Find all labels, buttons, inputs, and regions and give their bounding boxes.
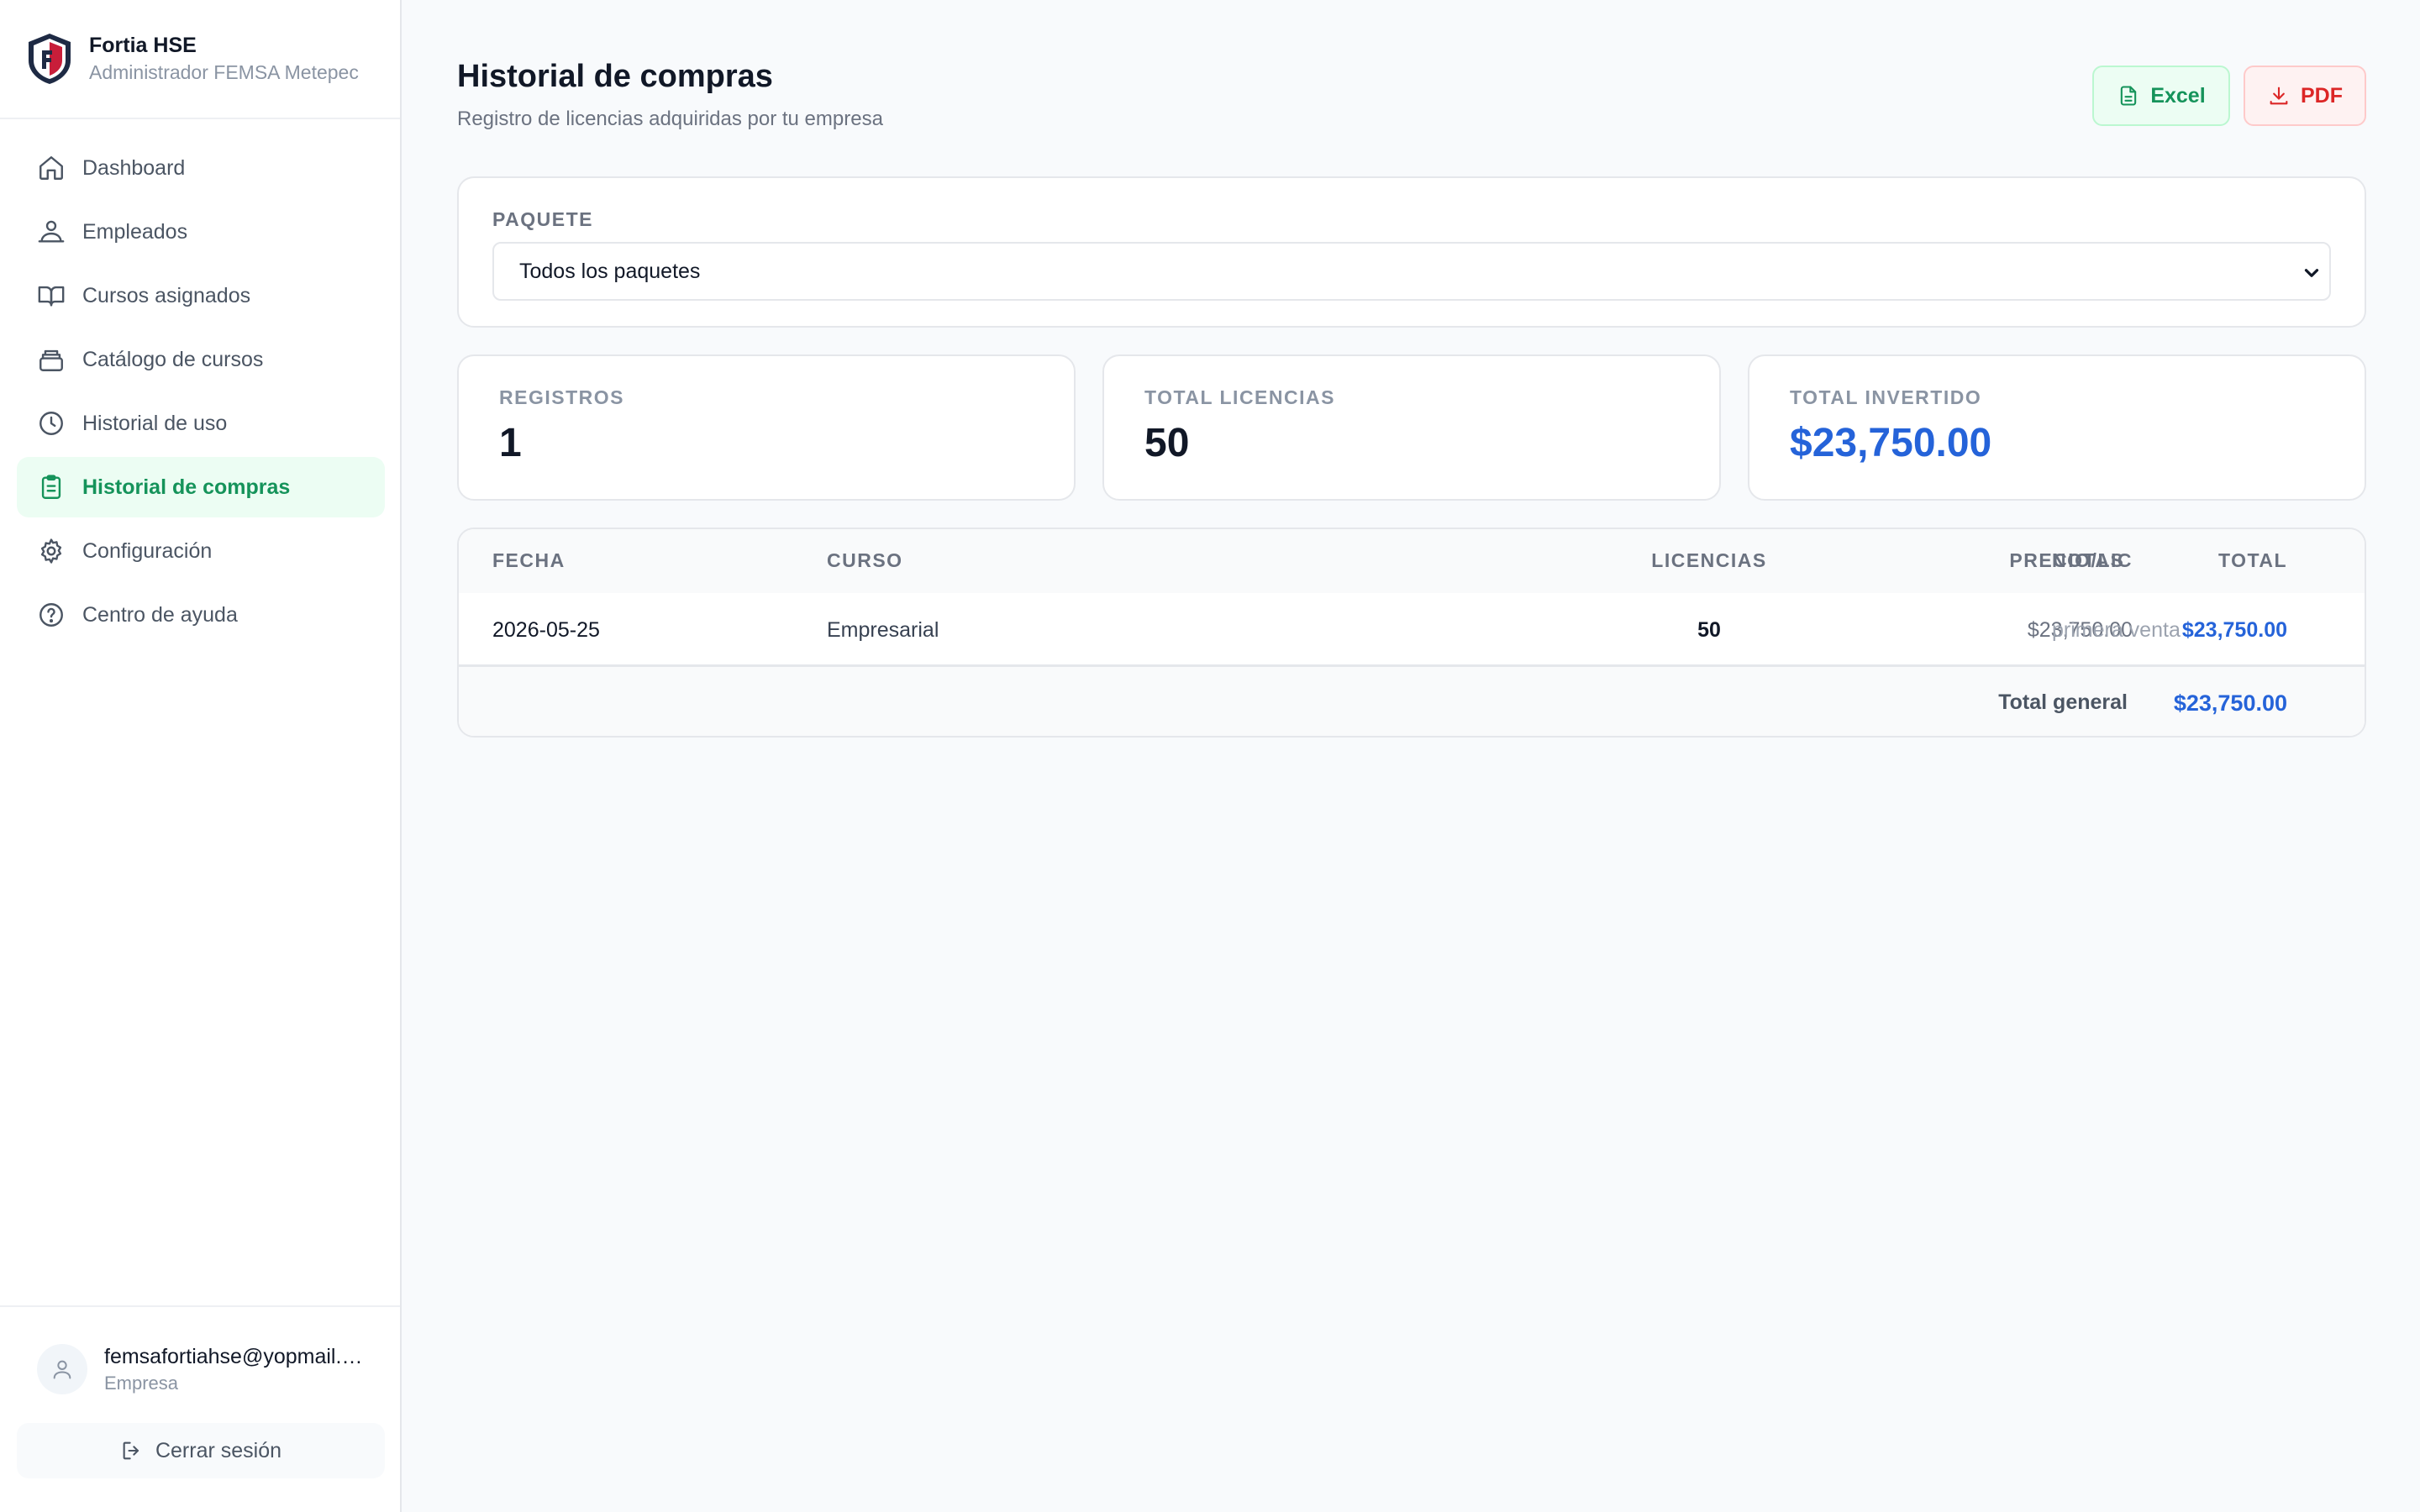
cell-licencias: 50 [1697, 618, 1721, 642]
cell-notas: primera venta [2052, 618, 2181, 642]
sidebar-item-label: Centro de ayuda [82, 602, 238, 627]
export-pdf-button[interactable]: PDF [2244, 66, 2366, 126]
pdf-label: PDF [2301, 83, 2343, 108]
gear-icon [40, 538, 62, 564]
page-subtitle: Registro de licencias adquiridas por tu … [457, 108, 883, 130]
stat-value: 50 [1144, 421, 1190, 465]
cell-fecha: 2026-05-25 [492, 618, 600, 642]
package-select[interactable]: Todos los paquetes [492, 242, 2331, 301]
purchases-table: FECHA CURSO LICENCIAS PRECIO/LIC TOTAL N… [457, 528, 2366, 738]
layers-icon [39, 349, 63, 371]
sidebar-footer: femsafortiahse@yopmail.com Empresa Cerra… [0, 1305, 400, 1512]
download-icon [2270, 87, 2288, 105]
file-icon [2121, 86, 2137, 106]
book-icon [38, 286, 65, 307]
logout-button[interactable]: Cerrar sesión [17, 1423, 385, 1478]
clipboard-icon [41, 475, 61, 499]
clock-icon [39, 412, 63, 435]
sidebar-item-label: Catálogo de cursos [82, 347, 264, 371]
sidebar-item-label: Empleados [82, 219, 188, 244]
filter-card: PAQUETE Todos los paquetes [457, 176, 2366, 328]
brand-subtitle: Administrador FEMSA Metepec [89, 61, 359, 83]
sidebar-item-cursos-asignados[interactable]: Cursos asignados [17, 265, 385, 326]
table-footer: Total general $23,750.00 [459, 667, 2365, 736]
export-excel-button[interactable]: Excel [2092, 66, 2230, 126]
logout-label: Cerrar sesión [155, 1438, 282, 1462]
sidebar-nav: Dashboard Empleados Cursos asignados Cat… [17, 138, 385, 648]
sidebar-item-historial-compras[interactable]: Historial de compras [17, 457, 385, 517]
sidebar-item-empleados[interactable]: Empleados [17, 202, 385, 262]
stat-value: $23,750.00 [1790, 421, 1992, 465]
column-header-fecha[interactable]: FECHA [492, 549, 566, 572]
table-row[interactable]: 2026-05-25 Empresarial 50 $23,750.00 $23… [459, 593, 2365, 667]
excel-label: Excel [2150, 83, 2206, 108]
sidebar-item-label: Configuración [82, 538, 213, 563]
column-header-notas[interactable]: NOTAS [2052, 549, 2124, 572]
sidebar-item-label: Historial de compras [82, 475, 291, 499]
package-select-value: Todos los paquetes [519, 259, 701, 283]
stat-card-registros: REGISTROS 1 [457, 354, 1076, 501]
footer-total: $23,750.00 [2173, 690, 2287, 716]
users-icon [38, 220, 65, 243]
user-email: femsafortiahse@yopmail.com [104, 1345, 365, 1368]
logout-icon [123, 1441, 139, 1460]
home-icon [39, 156, 63, 180]
stat-card-invertido: TOTAL INVERTIDO $23,750.00 [1748, 354, 2366, 501]
filter-label: PAQUETE [492, 208, 593, 230]
sidebar-item-label: Dashboard [82, 155, 186, 180]
user-profile[interactable]: femsafortiahse@yopmail.com Empresa [0, 1307, 400, 1396]
cell-curso: Empresarial [827, 618, 939, 642]
avatar [37, 1344, 87, 1394]
stat-label: TOTAL LICENCIAS [1144, 386, 1335, 408]
sidebar-item-centro-ayuda[interactable]: Centro de ayuda [17, 585, 385, 645]
help-icon [39, 603, 63, 627]
sidebar-item-historial-uso[interactable]: Historial de uso [17, 393, 385, 454]
user-icon [53, 1360, 71, 1379]
table-header: FECHA CURSO LICENCIAS PRECIO/LIC TOTAL N… [459, 529, 2365, 593]
shield-logo-icon [29, 34, 71, 84]
stat-card-licencias: TOTAL LICENCIAS 50 [1102, 354, 1721, 501]
stat-label: REGISTROS [499, 386, 624, 408]
chevron-down-icon [2304, 269, 2319, 277]
sidebar-item-catalogo[interactable]: Catálogo de cursos [17, 329, 385, 390]
column-header-licencias[interactable]: LICENCIAS [1588, 549, 1830, 572]
stat-value: 1 [499, 421, 522, 465]
brand[interactable]: Fortia HSE Administrador FEMSA Metepec [0, 0, 400, 119]
stat-label: TOTAL INVERTIDO [1790, 386, 1982, 408]
user-role: Empresa [104, 1373, 179, 1394]
sidebar-item-configuracion[interactable]: Configuración [17, 521, 385, 581]
sidebar-item-dashboard[interactable]: Dashboard [17, 138, 385, 198]
sidebar-item-label: Historial de uso [82, 411, 228, 435]
page-title: Historial de compras [457, 59, 773, 94]
column-header-curso[interactable]: CURSO [827, 549, 903, 572]
sidebar: Fortia HSE Administrador FEMSA Metepec D… [0, 0, 402, 1512]
sidebar-item-label: Cursos asignados [82, 283, 251, 307]
brand-name: Fortia HSE [89, 34, 197, 57]
